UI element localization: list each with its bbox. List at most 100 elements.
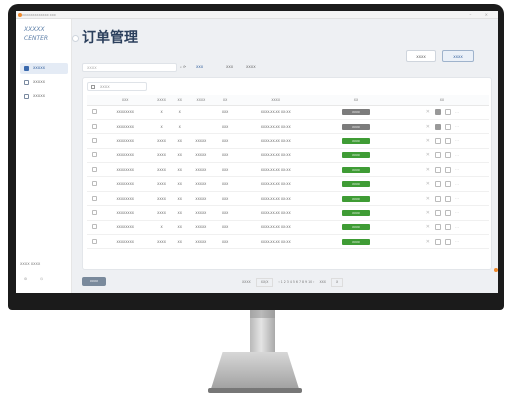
sidebar-item-2[interactable]: XXXXX — [20, 77, 68, 88]
edit-icon[interactable] — [434, 224, 441, 231]
edit-icon[interactable] — [434, 137, 441, 144]
table-row[interactable]: XXXXXXXX XXXX XX XXXXX XXX XXXX-XX-XX XX:XX XX… — [87, 148, 489, 164]
cell-id: XXXXXXXX — [101, 148, 150, 164]
delete-icon[interactable]: ✕ — [425, 124, 431, 130]
row-checkbox[interactable] — [87, 191, 101, 207]
table-row[interactable]: XXXXXXXX X X XXX XXXX-XX-XX XX:XX XXXX ✕ ⋯ — [87, 105, 489, 120]
delete-icon[interactable]: ✕ — [425, 196, 431, 202]
copy-icon[interactable] — [444, 209, 451, 216]
delete-icon[interactable]: ✕ — [425, 210, 431, 216]
cell-name: XXXX — [149, 234, 174, 250]
edit-icon[interactable] — [434, 209, 441, 216]
more-icon[interactable]: ⋯ — [455, 167, 459, 172]
table-row[interactable]: XXXXXXXX XXXX XX XXXXX XXX XXXX-XX-XX XX:XX XX… — [87, 133, 489, 149]
delete-icon[interactable]: ✕ — [425, 167, 431, 173]
row-checkbox[interactable] — [87, 205, 101, 221]
cell-date: XXXX-XX-XX XX:XX — [234, 133, 318, 149]
cell-date: XXXX-XX-XX XX:XX — [234, 234, 318, 250]
delete-icon[interactable]: ✕ — [425, 109, 431, 115]
filter-2[interactable]: XXX — [226, 63, 233, 72]
table-row[interactable]: XXXXXXXX XXXX XX XXXXX XXX XXXX-XX-XX XX:XX XX… — [87, 234, 489, 250]
sidebar-item-label: XXXXX — [33, 94, 45, 98]
row-checkbox[interactable] — [87, 162, 101, 178]
export-button[interactable]: XXXX — [82, 277, 106, 286]
select-all-checkbox[interactable] — [87, 95, 101, 106]
column-header[interactable]: XXXX — [149, 95, 174, 106]
delete-icon[interactable]: ✕ — [425, 181, 431, 187]
column-header[interactable]: XX — [394, 95, 489, 106]
edit-icon[interactable] — [434, 152, 441, 159]
delete-icon[interactable]: ✕ — [425, 138, 431, 144]
cell-type: XXX — [216, 105, 235, 120]
filter-3[interactable]: XXXX — [246, 63, 256, 72]
row-checkbox[interactable] — [87, 234, 101, 250]
goto-input[interactable]: X — [331, 278, 344, 287]
column-selector[interactable]: XXXX — [87, 82, 147, 91]
edit-icon[interactable] — [434, 166, 441, 173]
copy-icon[interactable] — [444, 166, 451, 173]
column-header[interactable]: XX — [216, 95, 235, 106]
copy-icon[interactable] — [444, 224, 451, 231]
column-header[interactable]: XXXX — [185, 95, 217, 106]
edit-icon[interactable] — [434, 123, 441, 130]
table-row[interactable]: XXXXXXXX XXXX XX XXXXX XXX XXXX-XX-XX XX:XX XX… — [87, 162, 489, 178]
total-count: XXXX — [242, 280, 251, 284]
copy-icon[interactable] — [444, 195, 451, 202]
edit-icon[interactable] — [434, 195, 441, 202]
row-checkbox[interactable] — [87, 119, 101, 135]
table-row[interactable]: XXXXXXXX X XX XXXXX XXX XXXX-XX-XX XX:XX XXXX … — [87, 220, 489, 236]
copy-icon[interactable] — [444, 109, 451, 116]
copy-icon[interactable] — [444, 181, 451, 188]
row-checkbox[interactable] — [87, 105, 101, 120]
secondary-button[interactable]: XXXX — [406, 50, 436, 62]
more-icon[interactable]: ⋯ — [455, 225, 459, 230]
row-checkbox[interactable] — [87, 220, 101, 236]
column-header[interactable]: XXX — [101, 95, 150, 106]
sidebar-footer-icons[interactable]: ⚙ ⏻ — [24, 277, 49, 281]
primary-button[interactable]: XXXX — [442, 50, 474, 62]
more-icon[interactable]: ⋯ — [455, 210, 459, 215]
row-checkbox[interactable] — [87, 133, 101, 149]
copy-icon[interactable] — [444, 238, 451, 245]
status-badge: XXXX — [317, 148, 395, 164]
column-header[interactable]: XXXX — [234, 95, 318, 106]
photo-stage: XXXXXXXXXXXXX XXX – × XXXXX CENTER XXXXX… — [0, 0, 512, 399]
more-icon[interactable]: ⋯ — [455, 124, 459, 129]
copy-icon[interactable] — [444, 123, 451, 130]
more-icon[interactable]: ⋯ — [455, 239, 459, 244]
column-header[interactable]: XX — [317, 95, 395, 106]
sidebar-user[interactable]: XXXX XXXX — [20, 262, 40, 266]
window-controls[interactable]: – × — [469, 11, 494, 19]
edit-icon[interactable] — [434, 238, 441, 245]
sidebar-item-3[interactable]: XXXXX — [20, 91, 68, 102]
sidebar-item-orders[interactable]: XXXXX — [20, 63, 68, 74]
row-checkbox[interactable] — [87, 176, 101, 192]
edit-icon[interactable] — [434, 181, 441, 188]
delete-icon[interactable]: ✕ — [425, 239, 431, 245]
cell-id: XXXXXXXX — [101, 205, 150, 221]
more-icon[interactable]: ⋯ — [455, 138, 459, 143]
more-icon[interactable]: ⋯ — [455, 196, 459, 201]
row-checkbox[interactable] — [87, 148, 101, 164]
filter-1[interactable]: XXX — [196, 63, 203, 72]
cell-qty: XX — [173, 133, 186, 149]
page-numbers[interactable]: ‹ 1 2 3 4 5 6 7 8 9 10 › — [278, 280, 314, 284]
row-actions: ✕ ⋯ — [394, 162, 489, 178]
more-icon[interactable]: ⋯ — [455, 110, 459, 115]
table-row[interactable]: XXXXXXXX X X XXX XXXX-XX-XX XX:XX XXXX ✕ ⋯ — [87, 119, 489, 135]
delete-icon[interactable]: ✕ — [425, 152, 431, 158]
more-icon[interactable]: ⋯ — [455, 182, 459, 187]
table-row[interactable]: XXXXXXXX XXXX XX XXXXX XXX XXXX-XX-XX XX:XX XX… — [87, 176, 489, 192]
edit-icon[interactable] — [434, 109, 441, 116]
page-size-select[interactable]: XX/X — [255, 278, 274, 287]
search-input[interactable]: XXXX — [82, 63, 177, 72]
column-header[interactable]: XX — [173, 95, 186, 106]
table-row[interactable]: XXXXXXXX XXXX XX XXXXX XXX XXXX-XX-XX XX:XX XX… — [87, 205, 489, 221]
table-row[interactable]: XXXXXXXX XXXX XX XXXXX XXX XXXX-XX-XX XX:XX XX… — [87, 191, 489, 207]
copy-icon[interactable] — [444, 137, 451, 144]
delete-icon[interactable]: ✕ — [425, 224, 431, 230]
row-actions: ✕ ⋯ — [394, 176, 489, 192]
copy-icon[interactable] — [444, 152, 451, 159]
more-icon[interactable]: ⋯ — [455, 153, 459, 158]
search-icon[interactable]: ⌕ ⟳ — [180, 63, 186, 72]
